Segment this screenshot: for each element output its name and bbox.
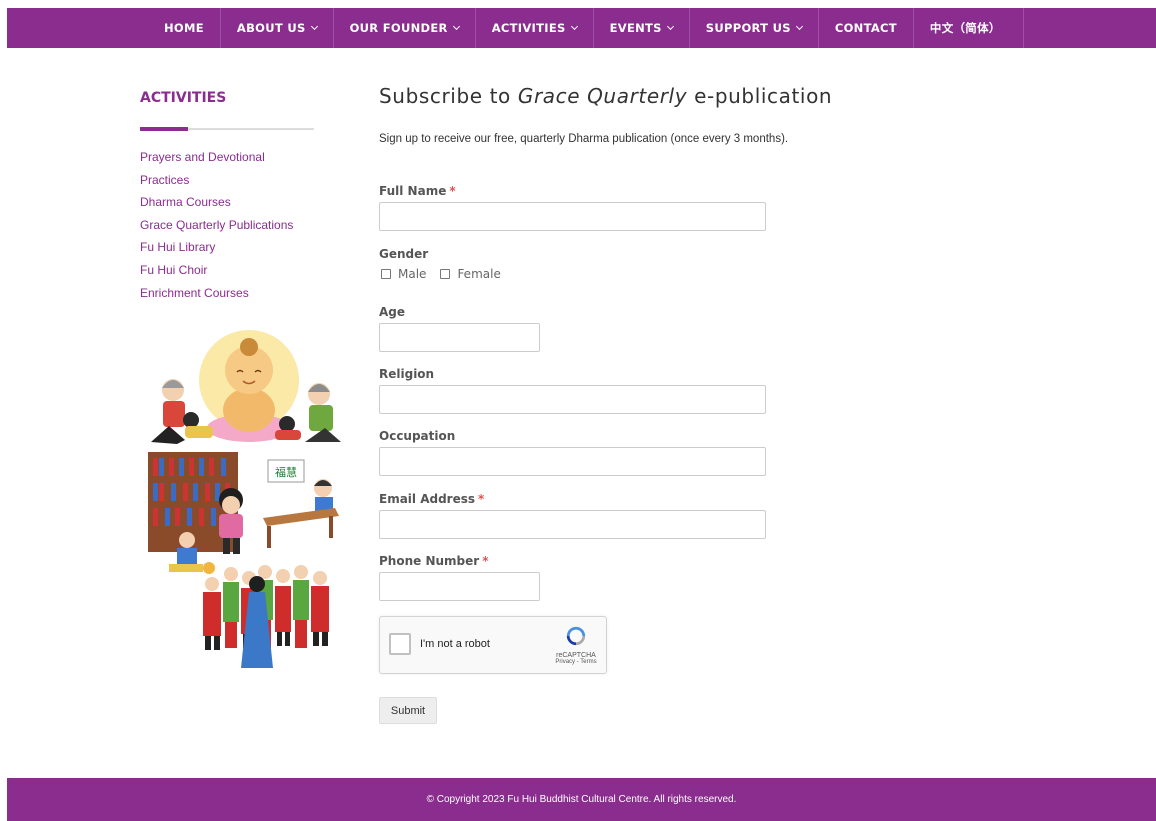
activities-illustration: 福慧 (148, 330, 341, 668)
gender-female-label: Female (457, 267, 501, 281)
required-mark: * (449, 184, 456, 198)
sign-text: 福慧 (275, 465, 297, 479)
submit-button[interactable]: Submit (379, 697, 437, 724)
occupation-input[interactable] (379, 447, 766, 476)
full-name-input[interactable] (379, 202, 766, 231)
email-label: Email Address * (379, 492, 484, 506)
sidebar-link-prayers[interactable]: Prayers and Devotional Practices (140, 146, 314, 191)
gender-male-label: Male (398, 267, 427, 281)
recaptcha-brand: reCAPTCHA (556, 652, 596, 659)
phone-input[interactable] (379, 572, 540, 601)
phone-label: Phone Number * (379, 554, 488, 568)
recaptcha-widget: I'm not a robot reCAPTCHA Privacy - Term… (379, 616, 607, 674)
nav-contact-label: CONTACT (834, 21, 897, 35)
nav-about-us-label: ABOUT US (236, 21, 306, 35)
recaptcha-logo: reCAPTCHA Privacy - Terms (554, 625, 598, 665)
gender-male-checkbox[interactable] (381, 269, 391, 279)
sidebar-link-enrichment[interactable]: Enrichment Courses (140, 282, 314, 305)
required-mark: * (482, 554, 489, 568)
gender-male-option[interactable]: Male (381, 267, 426, 281)
full-name-label: Full Name * (379, 184, 456, 198)
chevron-down-icon (310, 22, 318, 31)
occupation-label: Occupation (379, 429, 456, 443)
chevron-down-icon (795, 22, 803, 31)
sidebar-title: ACTIVITIES (140, 90, 227, 106)
nav-chinese-label: 中文（简体） (929, 21, 1001, 35)
nav-about-us[interactable]: ABOUT US (219, 8, 333, 48)
gender-female-option[interactable]: Female (440, 267, 501, 281)
sidebar: ACTIVITIES Prayers and Devotional Practi… (140, 90, 314, 304)
full-name-label-text: Full Name (379, 184, 447, 198)
nav-contact[interactable]: CONTACT (817, 8, 913, 48)
required-mark: * (478, 492, 485, 506)
age-label: Age (379, 305, 406, 319)
age-input[interactable] (379, 323, 540, 352)
religion-input[interactable] (379, 385, 766, 414)
gender-options: Male Female (381, 267, 515, 281)
footer: © Copyright 2023 Fu Hui Buddhist Cultura… (7, 778, 1156, 821)
nav-chinese[interactable]: 中文（简体） (912, 8, 1024, 48)
religion-label: Religion (379, 367, 435, 381)
sidebar-link-grace-quarterly[interactable]: Grace Quarterly Publications (140, 214, 314, 237)
recaptcha-text: I'm not a robot (420, 638, 490, 650)
recaptcha-terms[interactable]: Privacy - Terms (554, 659, 598, 665)
sidebar-link-library[interactable]: Fu Hui Library (140, 236, 314, 259)
sidebar-links: Prayers and Devotional Practices Dharma … (140, 146, 314, 304)
subscribe-form: Full Name * Gender Male Female Age Religi… (379, 0, 779, 760)
email-label-text: Email Address (379, 492, 476, 506)
sidebar-link-dharma-courses[interactable]: Dharma Courses (140, 191, 314, 214)
sidebar-divider-accent (140, 127, 188, 131)
email-input[interactable] (379, 510, 766, 539)
nav-home[interactable]: HOME (148, 8, 220, 48)
gender-label: Gender (379, 247, 429, 261)
footer-copyright: © Copyright 2023 Fu Hui Buddhist Cultura… (426, 794, 737, 805)
recaptcha-icon (566, 626, 586, 646)
phone-label-text: Phone Number (379, 554, 480, 568)
recaptcha-checkbox[interactable] (389, 633, 411, 655)
gender-female-checkbox[interactable] (440, 269, 451, 279)
nav-home-label: HOME (164, 21, 204, 35)
sidebar-divider (140, 127, 314, 131)
sidebar-link-choir[interactable]: Fu Hui Choir (140, 259, 314, 282)
